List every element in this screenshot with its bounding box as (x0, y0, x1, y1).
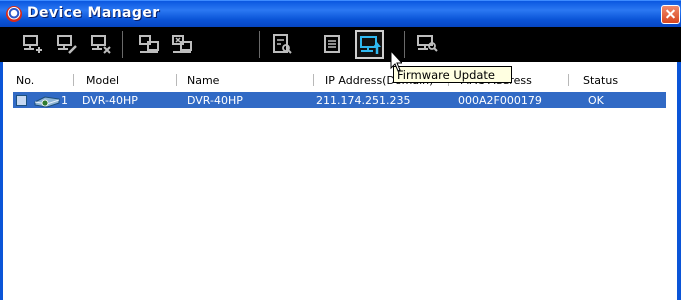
column-header-model[interactable]: Model (86, 74, 119, 87)
window-frame-left (0, 27, 3, 300)
delete-device-button[interactable] (86, 30, 115, 59)
table-row[interactable]: 1 DVR-40HP DVR-40HP 211.174.251.235 000A… (13, 92, 666, 108)
monitor-plus-icon (23, 35, 42, 53)
monitors-connect-icon (139, 35, 159, 53)
edit-device-button[interactable] (52, 30, 81, 59)
column-header-status[interactable]: Status (583, 74, 618, 87)
row-name: DVR-40HP (187, 94, 243, 107)
title-bar[interactable]: Device Manager (0, 0, 681, 27)
window-frame-right (677, 27, 681, 300)
monitors-disconnect-icon (172, 35, 192, 53)
check-list-button[interactable] (268, 30, 297, 59)
monitor-x-icon (91, 35, 111, 54)
column-header-name[interactable]: Name (187, 74, 219, 87)
list-header: No. Model Name IP Address(Domain) MAC Ad… (0, 71, 670, 89)
monitor-magnifier-icon (417, 35, 438, 52)
column-divider[interactable] (176, 74, 177, 86)
tooltip-firmware-update: Firmware Update (393, 66, 512, 83)
connect-button[interactable] (135, 30, 164, 59)
firmware-update-button[interactable] (355, 30, 384, 59)
toolbar-separator (404, 31, 405, 58)
mouse-pointer-icon (390, 50, 402, 72)
dvr-device-icon (34, 96, 60, 108)
checklist-search-icon (273, 34, 292, 54)
toolbar-separator (259, 31, 260, 58)
row-model: DVR-40HP (82, 94, 138, 107)
search-device-button[interactable] (413, 30, 442, 59)
column-divider[interactable] (568, 74, 569, 86)
column-header-no[interactable]: No. (16, 74, 34, 87)
document-lines-icon (324, 35, 340, 53)
row-status: OK (588, 94, 604, 107)
window-title: Device Manager (27, 5, 160, 21)
close-button[interactable] (661, 5, 680, 24)
row-number: 1 (61, 94, 68, 107)
monitor-pencil-icon (57, 35, 77, 54)
toolbar-separator (122, 31, 123, 58)
disconnect-button[interactable] (168, 30, 197, 59)
properties-button[interactable] (318, 30, 347, 59)
row-ip-address: 211.174.251.235 (316, 94, 411, 107)
add-device-button[interactable] (18, 30, 47, 59)
toolbar (0, 27, 681, 62)
monitor-up-arrow-icon (360, 36, 381, 54)
column-divider[interactable] (313, 74, 314, 86)
row-mac-address: 000A2F000179 (458, 94, 542, 107)
row-checkbox[interactable] (16, 95, 27, 106)
column-divider[interactable] (73, 74, 74, 86)
app-logo-icon (6, 6, 22, 22)
